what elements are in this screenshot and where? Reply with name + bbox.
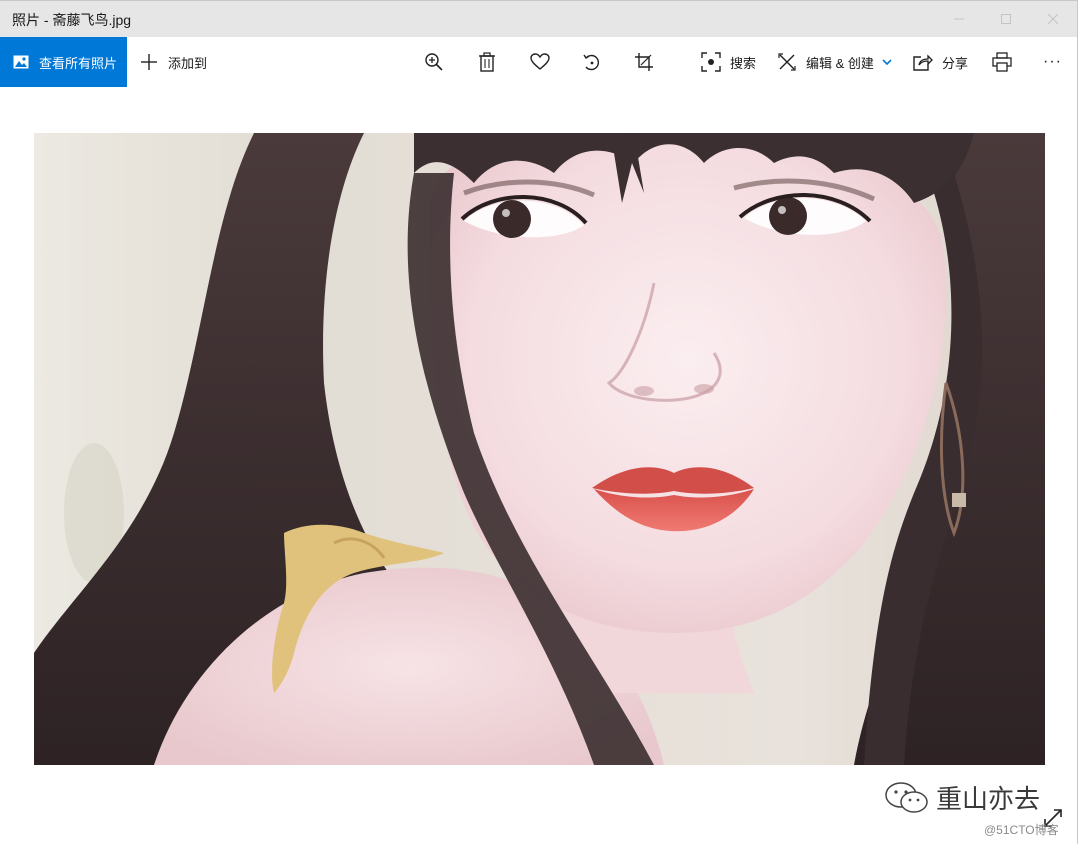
maximize-button[interactable] xyxy=(983,1,1029,37)
search-button[interactable]: 搜索 xyxy=(700,37,756,87)
zoom-button[interactable] xyxy=(423,37,445,87)
delete-icon xyxy=(476,51,498,73)
toolbar: 查看所有照片 添加到 搜索 编辑 & 创建 分享 ··· xyxy=(0,37,1077,87)
crop-button[interactable] xyxy=(633,37,655,87)
share-button[interactable]: 分享 xyxy=(912,37,968,87)
print-icon xyxy=(991,51,1013,73)
wechat-icon xyxy=(884,781,930,815)
chevron-down-icon xyxy=(882,58,892,66)
heart-icon xyxy=(529,51,551,73)
share-label: 分享 xyxy=(942,55,969,71)
watermark-text: 重山亦去 xyxy=(936,785,1041,815)
watermark: 重山亦去 xyxy=(884,779,1040,816)
portrait-photo xyxy=(34,133,1045,765)
edit-create-label: 编辑 & 创建 xyxy=(806,55,874,71)
search-icon xyxy=(700,51,722,73)
print-button[interactable] xyxy=(991,37,1013,87)
picture-icon xyxy=(13,55,29,69)
zoom-in-icon xyxy=(423,51,445,73)
close-button[interactable] xyxy=(1030,1,1076,37)
edit-create-button[interactable]: 编辑 & 创建 xyxy=(776,37,892,87)
edit-icon xyxy=(776,51,798,73)
share-icon xyxy=(912,51,934,73)
view-all-photos-label: 查看所有照片 xyxy=(39,55,118,71)
window-title: 照片 - 斋藤飞鸟.jpg xyxy=(12,12,132,28)
favorite-button[interactable] xyxy=(529,37,551,87)
title-bar: 照片 - 斋藤飞鸟.jpg xyxy=(0,1,1077,37)
rotate-button[interactable] xyxy=(581,37,603,87)
plus-icon xyxy=(138,51,160,73)
photos-app-window: 照片 - 斋藤飞鸟.jpg 查看所有照片 添加到 搜索 编辑 & 创建 分享 ·… xyxy=(0,0,1078,844)
photo-viewer-image[interactable] xyxy=(34,133,1045,765)
view-all-photos-button[interactable]: 查看所有照片 xyxy=(0,37,127,87)
blog-credit: @51CTO博客 xyxy=(984,823,1059,837)
add-to-label: 添加到 xyxy=(168,55,208,71)
more-icon: ··· xyxy=(1043,53,1062,70)
close-icon xyxy=(1048,14,1058,24)
delete-button[interactable] xyxy=(476,37,498,87)
maximize-icon xyxy=(1001,14,1011,24)
search-label: 搜索 xyxy=(730,55,757,71)
crop-icon xyxy=(633,51,655,73)
add-to-button[interactable]: 添加到 xyxy=(138,37,207,87)
more-options-button[interactable]: ··· xyxy=(1043,37,1062,87)
rotate-icon xyxy=(581,51,603,73)
minimize-button[interactable] xyxy=(936,1,982,37)
minimize-icon xyxy=(954,14,964,24)
